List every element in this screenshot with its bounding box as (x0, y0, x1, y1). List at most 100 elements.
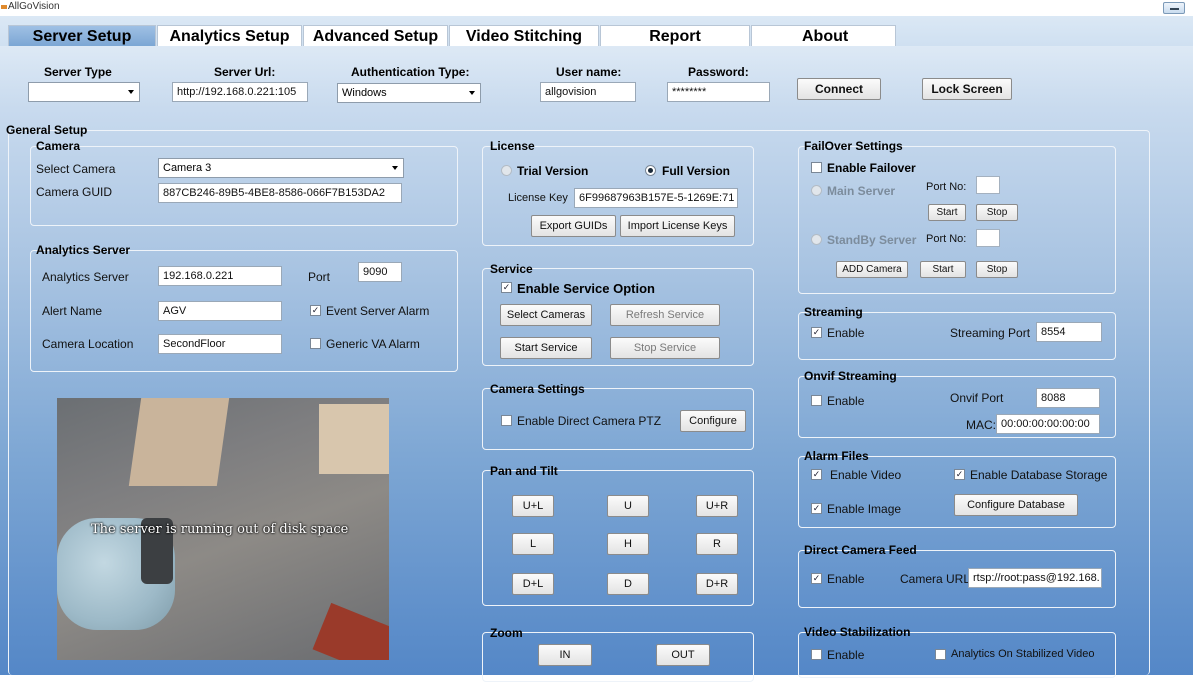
stabilization-enable-checkbox[interactable] (811, 649, 822, 660)
configure-database-button[interactable]: Configure Database (954, 494, 1078, 516)
pan-up-button[interactable]: U (607, 495, 649, 517)
pan-right-button[interactable]: R (696, 533, 738, 555)
streaming-port-input[interactable]: 8554 (1036, 322, 1102, 342)
generic-va-alarm-label: Generic VA Alarm (326, 337, 420, 351)
event-server-alarm-checkbox[interactable]: ✓ (310, 305, 321, 316)
configure-ptz-button[interactable]: Configure (680, 410, 746, 432)
camera-select-value: Camera 3 (163, 162, 212, 174)
tab-advanced-setup[interactable]: Advanced Setup (303, 25, 448, 47)
main-port-input[interactable] (976, 176, 1000, 194)
camera-location-input[interactable]: SecondFloor (158, 334, 282, 354)
auth-type-select[interactable]: Windows (337, 83, 481, 103)
tab-about[interactable]: About (751, 25, 896, 47)
license-key-input[interactable]: 6F99687963B157E-5-1269E:71 (574, 188, 738, 208)
direct-feed-enable-checkbox[interactable]: ✓ (811, 573, 822, 584)
password-label: Password: (688, 65, 749, 79)
enable-failover-checkbox[interactable] (811, 162, 822, 173)
pan-down-right-button[interactable]: D+R (696, 573, 738, 595)
pan-down-left-button[interactable]: D+L (512, 573, 554, 595)
enable-db-storage-checkbox[interactable]: ✓ (954, 469, 965, 480)
license-title: License (490, 139, 535, 153)
analytics-server-title: Analytics Server (36, 243, 131, 257)
export-guids-button[interactable]: Export GUIDs (531, 215, 616, 237)
main-stop-button[interactable]: Stop (976, 204, 1018, 221)
stabilization-enable-label: Enable (827, 648, 865, 662)
license-key-label: License Key (508, 192, 568, 204)
standby-port-input[interactable] (976, 229, 1000, 247)
onvif-port-label: Onvif Port (950, 391, 1004, 405)
tab-analytics-setup[interactable]: Analytics Setup (157, 25, 302, 47)
refresh-service-button[interactable]: Refresh Service (610, 304, 720, 326)
minimize-button[interactable] (1163, 2, 1185, 14)
chevron-down-icon (128, 90, 134, 94)
enable-db-storage-label: Enable Database Storage (970, 468, 1108, 482)
start-service-button[interactable]: Start Service (500, 337, 592, 359)
pan-up-right-button[interactable]: U+R (696, 495, 738, 517)
pan-up-left-button[interactable]: U+L (512, 495, 554, 517)
tab-video-stitching[interactable]: Video Stitching (449, 25, 599, 47)
import-license-keys-button[interactable]: Import License Keys (620, 215, 735, 237)
camera-url-input[interactable]: rtsp://root:pass@192.168. (968, 568, 1102, 588)
password-input[interactable]: ******** (667, 82, 770, 102)
full-version-radio[interactable] (645, 165, 656, 176)
direct-camera-ptz-checkbox[interactable] (501, 415, 512, 426)
chevron-down-icon (469, 91, 475, 95)
pan-down-button[interactable]: D (607, 573, 649, 595)
trial-version-radio[interactable] (501, 165, 512, 176)
streaming-enable-checkbox[interactable]: ✓ (811, 327, 822, 338)
lock-screen-button[interactable]: Lock Screen (922, 78, 1012, 100)
enable-image-label: Enable Image (827, 502, 902, 516)
alarm-files-group (798, 456, 1116, 528)
alert-name-input[interactable]: AGV (158, 301, 282, 321)
select-cameras-button[interactable]: Select Cameras (500, 304, 592, 326)
username-input[interactable]: allgovision (540, 82, 636, 102)
app-icon (1, 5, 7, 9)
zoom-out-button[interactable]: OUT (656, 644, 710, 666)
direct-camera-ptz-label: Enable Direct Camera PTZ (517, 414, 662, 428)
onvif-enable-checkbox[interactable] (811, 395, 822, 406)
trial-version-label: Trial Version (517, 164, 589, 178)
zoom-title: Zoom (490, 626, 523, 640)
enable-service-option-checkbox[interactable]: ✓ (501, 282, 512, 293)
camera-guid-input[interactable]: 887CB246-89B5-4BE8-8586-066F7B153DA2 (158, 183, 402, 203)
main-start-button[interactable]: Start (928, 204, 966, 221)
full-version-label: Full Version (662, 164, 731, 178)
select-camera-label: Select Camera (36, 162, 116, 176)
connect-button[interactable]: Connect (797, 78, 881, 100)
camera-select[interactable]: Camera 3 (158, 158, 404, 178)
main-server-radio[interactable] (811, 185, 822, 196)
camera-video-preview: The server is running out of disk space (57, 398, 389, 660)
cardboard-box (319, 404, 389, 474)
analytics-server-input[interactable]: 192.168.0.221 (158, 266, 282, 286)
enable-video-checkbox[interactable]: ✓ (811, 469, 822, 480)
camera-url-label: Camera URL (900, 572, 971, 586)
server-url-label: Server Url: (214, 65, 276, 79)
minimize-icon (1170, 8, 1179, 10)
camera-group-title: Camera (36, 139, 81, 153)
stop-service-button[interactable]: Stop Service (610, 337, 720, 359)
pan-left-button[interactable]: L (512, 533, 554, 555)
auth-type-label: Authentication Type: (351, 65, 470, 79)
onvif-port-input[interactable]: 8088 (1036, 388, 1100, 408)
general-setup-title: General Setup (6, 123, 88, 137)
generic-va-alarm-checkbox[interactable] (310, 338, 321, 349)
enable-image-checkbox[interactable]: ✓ (811, 503, 822, 514)
tab-server-setup[interactable]: Server Setup (8, 25, 156, 47)
cardboard-box (128, 398, 230, 486)
tab-report[interactable]: Report (600, 25, 750, 47)
mac-input[interactable]: 00:00:00:00:00:00 (996, 414, 1100, 434)
server-type-select[interactable] (28, 82, 140, 102)
port-input[interactable]: 9090 (358, 262, 402, 282)
standby-start-button[interactable]: Start (920, 261, 966, 278)
server-url-input[interactable]: http://192.168.0.221:105 (172, 82, 308, 102)
alert-name-label: Alert Name (42, 304, 103, 318)
analytics-stabilized-checkbox[interactable] (935, 649, 946, 660)
zoom-in-button[interactable]: IN (538, 644, 592, 666)
main-port-label: Port No: (926, 181, 967, 193)
standby-server-radio[interactable] (811, 234, 822, 245)
standby-stop-button[interactable]: Stop (976, 261, 1018, 278)
event-server-alarm-label: Event Server Alarm (326, 304, 430, 318)
add-camera-button[interactable]: ADD Camera (836, 261, 908, 278)
mac-label: MAC: (966, 418, 996, 432)
pan-home-button[interactable]: H (607, 533, 649, 555)
